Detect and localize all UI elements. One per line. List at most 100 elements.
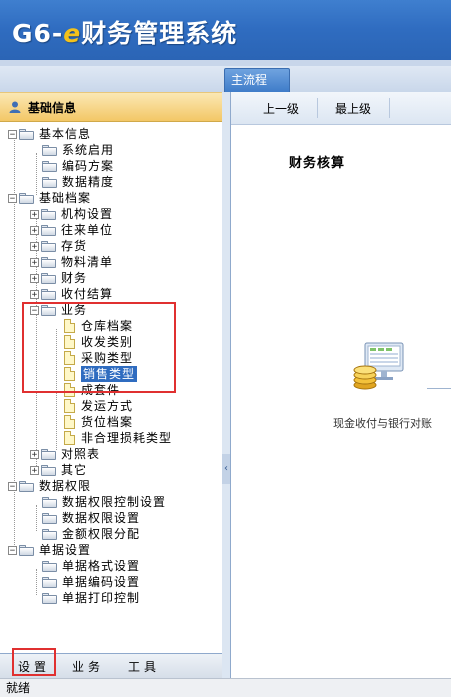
tree-node-loss-type[interactable]: 非合理损耗类型 — [64, 430, 172, 446]
folder-icon — [42, 496, 58, 508]
tab-main-flow[interactable]: 主流程 — [224, 68, 290, 92]
tree-node-perm-control[interactable]: 数据权限控制设置 — [42, 494, 166, 510]
tree-node-perm-settings[interactable]: 数据权限设置 — [42, 510, 140, 526]
tree-node-system-enable[interactable]: 系统启用 — [42, 142, 114, 158]
folder-icon — [41, 256, 57, 268]
panel-splitter[interactable]: ‹ — [222, 92, 231, 678]
tree-label: 其它 — [61, 463, 88, 477]
panel-header: 基础信息 — [0, 92, 222, 122]
tree-label: 单据打印控制 — [62, 591, 141, 605]
tree-label: 数据权限 — [39, 479, 92, 493]
tree-line — [36, 569, 37, 595]
tree-label: 单据设置 — [39, 543, 92, 557]
folder-icon — [41, 272, 57, 284]
tree-label: 金额权限分配 — [62, 527, 141, 541]
tree-node-code-scheme[interactable]: 编码方案 — [42, 158, 114, 174]
highlight-box — [22, 302, 176, 393]
folder-icon — [42, 160, 58, 172]
cash-bank-icon[interactable] — [351, 337, 409, 395]
toolbar: 上一级 最上级 — [231, 92, 451, 125]
folder-icon — [42, 528, 58, 540]
tree-label: 收付结算 — [61, 287, 114, 301]
tree-label: 数据权限控制设置 — [62, 495, 167, 509]
tree-node-org[interactable]: + 机构设置 — [30, 206, 113, 222]
tree-label: 货位档案 — [81, 415, 134, 429]
main-area: 上一级 最上级 财务核算 现金收付与银行对账 — [231, 92, 451, 678]
tree-node-bom[interactable]: + 物料清单 — [30, 254, 113, 270]
expand-icon[interactable]: + — [30, 225, 39, 235]
folder-icon — [19, 480, 35, 492]
folder-icon — [42, 176, 58, 188]
folder-icon — [19, 128, 35, 140]
tree-node-basic-archive[interactable]: − 基础档案 — [8, 190, 91, 206]
collapse-icon[interactable]: − — [8, 481, 17, 491]
tree-label: 系统启用 — [62, 143, 115, 157]
status-text: 就绪 — [6, 681, 31, 695]
toolbar-separator — [389, 98, 390, 118]
app-logo: G6-e财务管理系统 — [12, 14, 237, 50]
status-bar: 就绪 — [0, 678, 451, 697]
tree-node-shipping[interactable]: 发运方式 — [64, 398, 133, 414]
tree-node-location[interactable]: 货位档案 — [64, 414, 133, 430]
expand-icon[interactable]: + — [30, 257, 39, 267]
tree-node-amount-perm[interactable]: 金额权限分配 — [42, 526, 140, 542]
tree-label: 编码方案 — [62, 159, 115, 173]
tree-label: 往来单位 — [61, 223, 114, 237]
up-one-level-button[interactable]: 上一级 — [263, 100, 299, 117]
tree-node-finance[interactable]: + 财务 — [30, 270, 87, 286]
tree-node-inventory[interactable]: + 存货 — [30, 238, 87, 254]
tree-node-doc-settings[interactable]: − 单据设置 — [8, 542, 91, 558]
tree-node-doc-print[interactable]: 单据打印控制 — [42, 590, 140, 606]
flow-label[interactable]: 现金收付与银行对账 — [333, 415, 432, 431]
tree-node-data-precision[interactable]: 数据精度 — [42, 174, 114, 190]
tree-node-basic-info[interactable]: − 基本信息 — [8, 126, 91, 142]
folder-icon — [41, 464, 57, 476]
collapse-icon[interactable]: − — [8, 193, 17, 203]
tree-label: 非合理损耗类型 — [81, 431, 173, 445]
collapse-icon[interactable]: − — [8, 545, 17, 555]
folder-icon — [41, 448, 57, 460]
expand-icon[interactable]: + — [30, 465, 39, 475]
tab-tools[interactable]: 工具 — [128, 658, 160, 675]
user-icon — [8, 100, 22, 114]
folder-icon — [41, 288, 57, 300]
tree-label: 基础档案 — [39, 191, 92, 205]
tree-label: 物料清单 — [61, 255, 114, 269]
folder-icon — [19, 544, 35, 556]
document-icon — [64, 431, 75, 445]
folder-icon — [42, 144, 58, 156]
tree-node-data-permission[interactable]: − 数据权限 — [8, 478, 91, 494]
tree-node-partners[interactable]: + 往来单位 — [30, 222, 113, 238]
toolbar-separator — [317, 98, 318, 118]
expand-icon[interactable]: + — [30, 273, 39, 283]
collapse-icon[interactable]: − — [8, 129, 17, 139]
tree-node-mapping[interactable]: + 对照表 — [30, 446, 100, 462]
folder-icon — [41, 224, 57, 236]
collapse-arrow-icon[interactable]: ‹ — [222, 454, 230, 484]
tree-node-settlement[interactable]: + 收付结算 — [30, 286, 113, 302]
tree-label: 单据格式设置 — [62, 559, 141, 573]
folder-icon — [41, 208, 57, 220]
tree-label: 数据权限设置 — [62, 511, 141, 525]
tree-label: 财务 — [61, 271, 88, 285]
section-title: 财务核算 — [289, 156, 346, 171]
tree-node-doc-code[interactable]: 单据编码设置 — [42, 574, 140, 590]
folder-icon — [42, 592, 58, 604]
top-level-button[interactable]: 最上级 — [335, 100, 371, 117]
panel-header-label: 基础信息 — [28, 100, 77, 115]
expand-icon[interactable]: + — [30, 241, 39, 251]
expand-icon[interactable]: + — [30, 209, 39, 219]
folder-icon — [42, 576, 58, 588]
tab-business[interactable]: 业务 — [72, 658, 104, 675]
tree-node-doc-format[interactable]: 单据格式设置 — [42, 558, 140, 574]
expand-icon[interactable]: + — [30, 449, 39, 459]
tree-line — [36, 505, 37, 531]
folder-icon — [19, 192, 35, 204]
app-banner: G6-e财务管理系统 — [0, 0, 451, 66]
logo-suffix: 财务管理系统 — [81, 19, 238, 48]
expand-icon[interactable]: + — [30, 289, 39, 299]
tree-node-other[interactable]: + 其它 — [30, 462, 87, 478]
folder-icon — [41, 240, 57, 252]
tree-label: 对照表 — [61, 447, 101, 461]
document-icon — [64, 415, 75, 429]
